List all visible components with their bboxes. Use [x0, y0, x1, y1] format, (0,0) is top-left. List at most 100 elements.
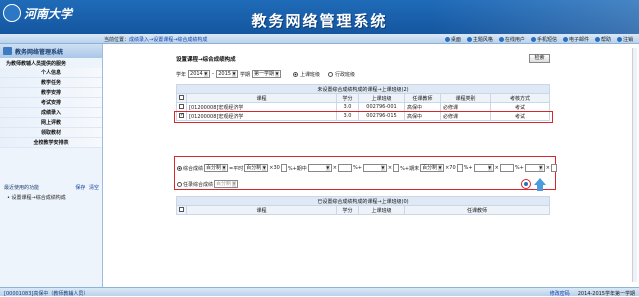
- recent-title: 最近使用的功能: [4, 185, 40, 191]
- filter-bar: 学年 2014 ▼ – 2015 ▼ 学期 第一学期 ▼ 上课班级 行政班级: [176, 70, 355, 78]
- chevron-down-icon: ▼: [380, 165, 385, 171]
- select-all-checkbox[interactable]: [179, 206, 184, 212]
- formula-text: %+期中: [287, 165, 307, 172]
- term-select[interactable]: 第一学期 ▼: [252, 70, 282, 78]
- composite-scale-select[interactable]: 百分制 ▼: [204, 164, 229, 172]
- midterm-weight-input[interactable]: [337, 164, 352, 172]
- formula-text: %+: [352, 165, 362, 171]
- column-header: 学分: [336, 93, 359, 103]
- sidebar-header: 教务网络管理系统: [0, 44, 102, 58]
- select-value: 百分制: [422, 165, 438, 171]
- manual-scale-select[interactable]: 百分制 ▼: [214, 180, 239, 188]
- formula-label: 综合成绩: [183, 165, 204, 172]
- year-to-select[interactable]: 2015 ▼: [216, 70, 238, 78]
- chevron-down-icon: ▼: [487, 165, 492, 171]
- top-menu-help[interactable]: 帮助: [594, 36, 611, 43]
- confirm-set-icon[interactable]: [521, 179, 531, 189]
- top-menu-label: 桌面: [450, 37, 461, 43]
- recent-clear-link[interactable]: 清空: [89, 185, 99, 191]
- radio-admin-class[interactable]: [328, 71, 334, 77]
- sidebar: 教务网络管理系统 为教师教辅人员提供的服务 个人信息 教学任务 教学安排 考试安…: [0, 44, 103, 288]
- extra-weight-input[interactable]: [393, 164, 400, 172]
- formula-text: ×: [332, 165, 337, 171]
- select-all-checkbox[interactable]: [179, 94, 184, 100]
- formula-text: %+: [463, 165, 473, 171]
- top-menu-label: 手机短信: [536, 37, 557, 43]
- manual-entry-label: 任录综合成绩: [183, 181, 214, 188]
- status-bar: [00001083]高保中（教师教辅人员） 修改密码 2014-2015学年第一…: [0, 287, 639, 297]
- sidebar-title: 教务网络管理系统: [15, 48, 64, 56]
- column-header: 课程类别: [440, 93, 491, 103]
- top-menu-label: 电子邮件: [568, 37, 589, 43]
- arrow-up-icon[interactable]: [534, 178, 546, 185]
- top-menu-online-users[interactable]: 在线用户: [498, 36, 525, 43]
- regular-weight-input[interactable]: [280, 164, 287, 172]
- top-menu-label: 在线用户: [504, 37, 525, 43]
- sidebar-item-textbooks[interactable]: 领取教材: [0, 128, 102, 138]
- final-weight-input[interactable]: [456, 164, 463, 172]
- help-icon: [594, 37, 600, 42]
- year-from-value: 2014: [190, 71, 203, 77]
- search-button[interactable]: 检索: [529, 54, 550, 63]
- select-value: 百分制: [216, 181, 232, 187]
- chevron-down-icon: ▼: [222, 165, 227, 171]
- top-menu-logout[interactable]: 注销: [616, 36, 633, 43]
- final-scale-select[interactable]: 百分制 ▼: [420, 164, 445, 172]
- chevron-down-icon: ▼: [203, 71, 208, 77]
- sidebar-item-grade-entry[interactable]: 成绩录入: [0, 108, 102, 118]
- set-table-caption: 已设置综合成绩构成的课程→上课班级(0): [176, 196, 550, 206]
- breadcrumb: 当前位置：成绩录入→设置课程→综合成绩构成: [104, 36, 207, 43]
- header-banner: 河南大学 教务网络管理系统: [0, 0, 639, 34]
- radio-composite-formula[interactable]: [177, 165, 182, 171]
- recent-item[interactable]: • 设置课程→综合成绩构成: [0, 191, 103, 201]
- extra3-weight-input[interactable]: [550, 164, 557, 172]
- recent-save-link[interactable]: 保存: [75, 185, 85, 191]
- radio-manual-composite[interactable]: [177, 181, 182, 187]
- top-menu-theme[interactable]: 主题风格: [466, 36, 493, 43]
- unset-table-caption: 未设置综合成绩构成的课程→上课班级(2): [176, 84, 550, 94]
- book-icon: [3, 47, 12, 55]
- breadcrumb-prefix: 当前位置：: [104, 37, 130, 43]
- midterm-scale-select[interactable]: ▼: [307, 164, 332, 172]
- sidebar-item-exam-schedule[interactable]: 考试安排: [0, 98, 102, 108]
- top-menu-desktop[interactable]: 桌面: [444, 36, 461, 43]
- chevron-down-icon: ▼: [231, 71, 236, 77]
- sidebar-item-teaching-tasks[interactable]: 教学任务: [0, 78, 102, 88]
- sidebar-item-online-evaluation[interactable]: 网上评教: [0, 118, 102, 128]
- formula-text: ×: [387, 165, 393, 171]
- theme-icon: [466, 37, 472, 42]
- sidebar-item-school-schedule[interactable]: 全校教学安排表: [0, 138, 102, 148]
- page-scrollbar[interactable]: [632, 48, 637, 282]
- main-content: 设置课程→综合成绩构成 检索 学年 2014 ▼ – 2015 ▼ 学期 第一学期 ▼…: [104, 46, 639, 286]
- column-header: 任课教师: [404, 205, 550, 215]
- year-label: 学年: [176, 71, 187, 78]
- top-menu: 桌面 主题风格 在线用户 手机短信 电子邮件 帮助 注销: [444, 36, 633, 43]
- radio-course-class[interactable]: [293, 71, 299, 77]
- sidebar-item-personal-info[interactable]: 个人信息: [0, 68, 102, 78]
- extra2-weight-input[interactable]: [499, 164, 514, 172]
- set-courses-table: 已设置综合成绩构成的课程→上课班级(0) 课程 学分 上课班级 任课教师: [176, 196, 550, 215]
- formula-row: 综合成绩 百分制 ▼ =平时 百分制 ▼ ×30 %+期中 ▼ × %+ ▼ × %…: [177, 164, 557, 172]
- extra2-scale-select[interactable]: ▼: [473, 164, 494, 172]
- sidebar-item-teaching-schedule[interactable]: 教学安排: [0, 88, 102, 98]
- column-header: 课程: [186, 93, 337, 103]
- top-menu-label: 注销: [622, 37, 633, 43]
- breadcrumb-path[interactable]: 成绩录入→设置课程→综合成绩构成: [129, 37, 207, 43]
- year-from-select[interactable]: 2014 ▼: [188, 70, 210, 78]
- column-header: 课程: [186, 205, 337, 215]
- formula-text: %+: [514, 165, 524, 171]
- top-menu-mail[interactable]: 电子邮件: [562, 36, 589, 43]
- year-dash: –: [211, 71, 215, 77]
- formula-text: ×70: [445, 165, 456, 171]
- regular-scale-select[interactable]: 百分制 ▼: [244, 164, 269, 172]
- chevron-down-icon: ▼: [438, 165, 443, 171]
- top-menu-sms[interactable]: 手机短信: [530, 36, 557, 43]
- extra-scale-select[interactable]: ▼: [362, 164, 387, 172]
- extra3-scale-select[interactable]: ▼: [524, 164, 545, 172]
- top-menu-label: 主题风格: [472, 37, 493, 43]
- select-all-cell: [176, 205, 187, 215]
- row-checkbox[interactable]: [179, 103, 184, 109]
- arrow-up-stem: [537, 185, 543, 191]
- chevron-down-icon: ▼: [325, 165, 330, 171]
- column-header: 考核方式: [490, 93, 550, 103]
